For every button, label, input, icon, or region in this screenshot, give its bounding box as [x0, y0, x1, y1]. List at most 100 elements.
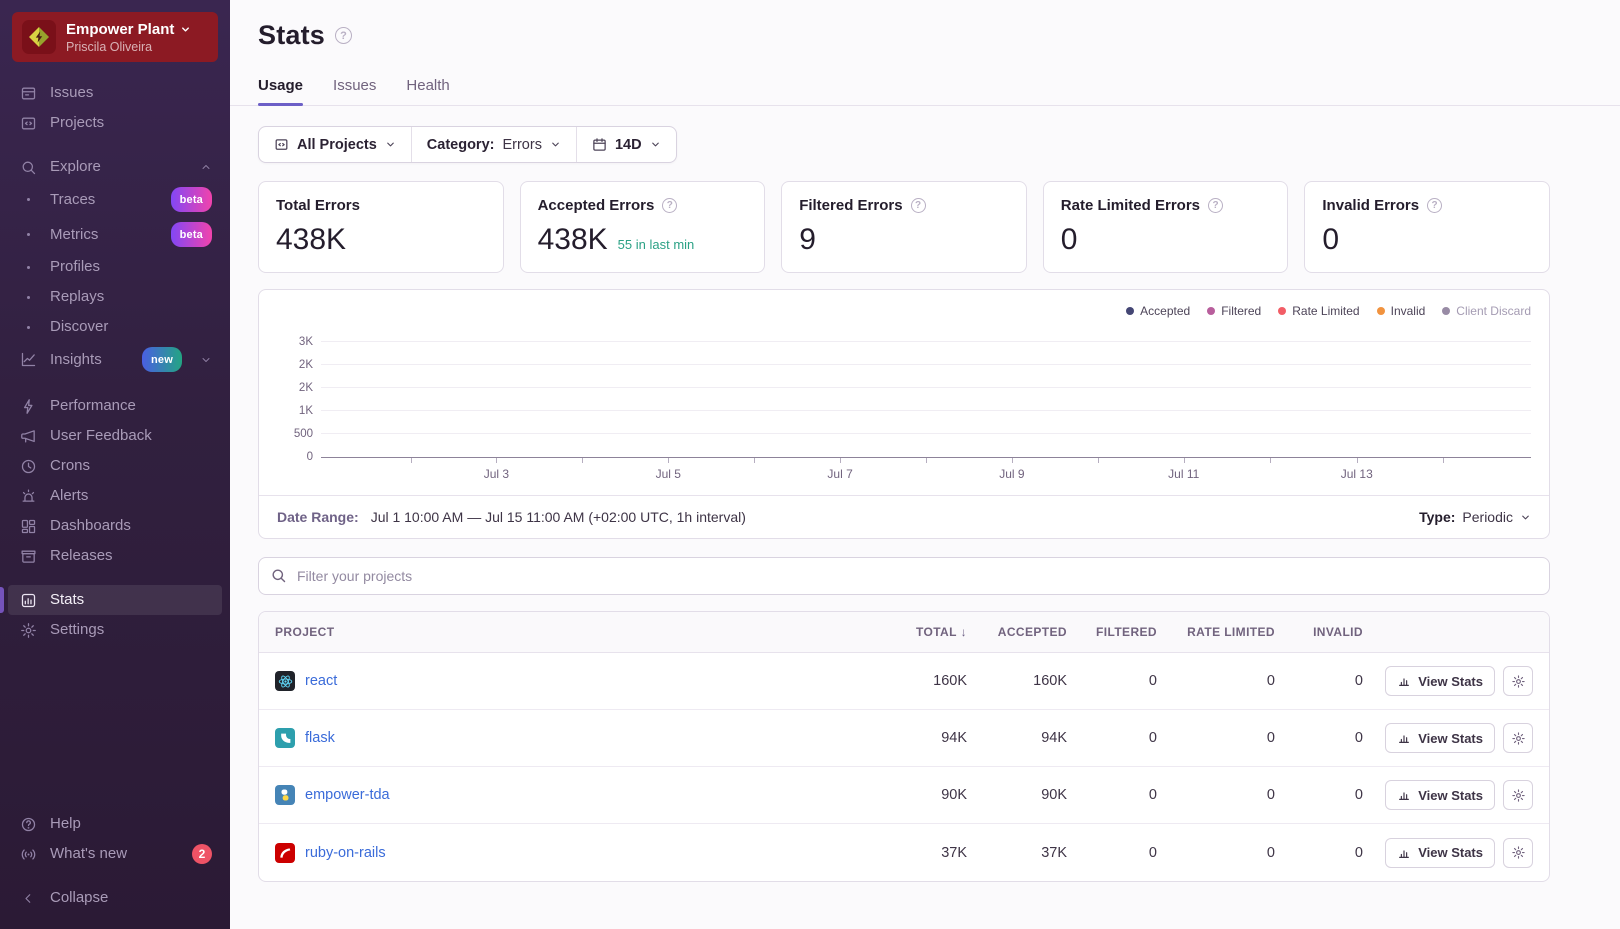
sidebar-item-replays[interactable]: Replays	[8, 282, 222, 312]
legend-item-client-discard[interactable]: Client Discard	[1442, 304, 1531, 318]
stat-card-value: 0	[1060, 223, 1078, 256]
total-value: 90K	[941, 787, 967, 803]
calendar-icon	[592, 137, 607, 152]
date-range-label: Date Range:	[277, 509, 359, 525]
table-row: react 160K 160K 0 0 0 View Stats	[259, 653, 1549, 710]
view-stats-label: View Stats	[1418, 787, 1483, 803]
stat-card-accepted-errors: Accepted Errors? 438K 55 in last min	[519, 181, 766, 273]
project-filter-dropdown[interactable]: All Projects	[259, 127, 411, 162]
sidebar-item-settings[interactable]: Settings	[8, 615, 222, 645]
column-header-accepted[interactable]: ACCEPTED	[967, 625, 1067, 639]
project-settings-button[interactable]	[1503, 666, 1533, 696]
sidebar-item-stats[interactable]: Stats	[0, 585, 222, 615]
sidebar-item-label: Discover	[50, 318, 109, 335]
project-settings-button[interactable]	[1503, 837, 1533, 868]
help-icon[interactable]: ?	[662, 198, 678, 213]
category-filter-dropdown[interactable]: Category: Errors	[410, 127, 576, 162]
help-icon[interactable]: ?	[910, 198, 926, 213]
sidebar-item-metrics[interactable]: Metrics beta	[8, 217, 222, 252]
sidebar-item-collapse[interactable]: Collapse	[8, 883, 222, 913]
sidebar-item-issues[interactable]: Issues	[8, 78, 222, 108]
search-input[interactable]	[258, 557, 1550, 595]
sidebar-item-profiles[interactable]: Profiles	[8, 252, 222, 282]
rate-limited-value: 0	[1266, 730, 1275, 746]
sidebar-item-what-s-new[interactable]: What's new 2	[8, 839, 222, 869]
stacked-bar-chart[interactable]: 0 500 1K 2K 2K 3K	[294, 328, 1531, 463]
chart-type-dropdown[interactable]: Type: Periodic	[1419, 509, 1531, 525]
legend-item-invalid[interactable]: Invalid	[1376, 304, 1425, 318]
column-header-invalid[interactable]: INVALID	[1275, 625, 1363, 639]
chart-legend: Accepted Filtered Rate Limited Invalid Clien…	[259, 290, 1549, 320]
tab-usage[interactable]: Usage	[258, 77, 304, 106]
project-link[interactable]: empower-tda	[305, 787, 390, 803]
usage-chart-card: Accepted Filtered Rate Limited Invalid Clien…	[258, 289, 1550, 539]
sidebar-item-discover[interactable]: Discover	[8, 312, 222, 342]
stat-card-title: Filtered Errors	[799, 197, 903, 214]
column-header-total[interactable]: TOTAL ↓	[862, 625, 967, 639]
help-icon[interactable]: ?	[1208, 198, 1224, 213]
sidebar-item-releases[interactable]: Releases	[8, 541, 222, 571]
search-icon	[270, 567, 287, 584]
sidebar-item-dashboards[interactable]: Dashboards	[8, 511, 222, 541]
bullet-icon	[18, 296, 38, 299]
project-link[interactable]: ruby-on-rails	[305, 845, 386, 861]
project-link[interactable]: flask	[305, 730, 335, 746]
view-stats-button[interactable]: View Stats	[1385, 837, 1495, 868]
sidebar-item-alerts[interactable]: Alerts	[8, 481, 222, 511]
table-body: react 160K 160K 0 0 0 View Stats flask 94K 94K 0 0 0…	[259, 653, 1549, 881]
invalid-value: 0	[1354, 844, 1363, 861]
y-axis-label: 500	[293, 427, 313, 440]
x-axis-tick	[410, 458, 412, 463]
legend-dot-icon	[1278, 307, 1287, 315]
column-header-rate-limited[interactable]: RATE LIMITED	[1157, 625, 1275, 639]
project-settings-button[interactable]	[1503, 723, 1533, 753]
sidebar-item-crons[interactable]: Crons	[8, 451, 222, 481]
bullet-icon	[18, 198, 38, 201]
project-search	[258, 557, 1550, 595]
sidebar-item-help[interactable]: Help	[8, 809, 222, 839]
category-filter-value: Errors	[502, 136, 542, 153]
type-value: Periodic	[1462, 509, 1513, 525]
sidebar-item-performance[interactable]: Performance	[8, 391, 222, 421]
alerts-icon	[18, 486, 38, 506]
x-axis-label: Jul 5	[655, 467, 681, 481]
sidebar-item-user-feedback[interactable]: User Feedback	[8, 421, 222, 451]
column-header-filtered[interactable]: FILTERED	[1067, 625, 1157, 639]
bullet-icon	[18, 326, 38, 329]
sidebar-item-insights[interactable]: Insights new	[8, 342, 222, 377]
project-settings-button[interactable]	[1503, 780, 1533, 810]
tab-issues[interactable]: Issues	[333, 77, 376, 105]
y-axis-label: 3K	[298, 335, 313, 348]
sidebar-item-explore[interactable]: Explore	[8, 152, 222, 182]
tab-health[interactable]: Health	[406, 77, 449, 105]
legend-dot-icon	[1442, 307, 1451, 315]
category-filter-label: Category:	[426, 136, 495, 153]
org-switcher[interactable]: Empower Plant Priscila Oliveira	[12, 12, 218, 62]
accepted-value: 37K	[1041, 844, 1067, 861]
rails-platform-icon	[275, 842, 295, 863]
page-help-icon[interactable]: ?	[335, 27, 353, 44]
bullet-icon	[18, 233, 38, 236]
help-icon[interactable]: ?	[1427, 198, 1443, 213]
date-range-dropdown[interactable]: 14D	[575, 127, 676, 162]
view-stats-button[interactable]: View Stats	[1385, 666, 1495, 696]
sidebar-item-projects[interactable]: Projects	[8, 108, 222, 138]
total-value: 94K	[941, 730, 967, 746]
project-link[interactable]: react	[305, 673, 337, 689]
sidebar-item-label: Settings	[50, 621, 105, 638]
column-header-project[interactable]: PROJECT	[275, 625, 862, 639]
view-stats-button[interactable]: View Stats	[1385, 723, 1495, 753]
legend-dot-icon	[1376, 307, 1385, 315]
view-stats-button[interactable]: View Stats	[1385, 780, 1495, 810]
accepted-value: 160K	[1033, 673, 1067, 689]
legend-item-filtered[interactable]: Filtered	[1207, 304, 1261, 318]
legend-item-accepted[interactable]: Accepted	[1126, 304, 1190, 318]
sidebar-item-traces[interactable]: Traces beta	[8, 182, 222, 217]
table-row: ruby-on-rails 37K 37K 0 0 0 View Stats	[259, 824, 1549, 881]
x-axis-label: Jul 11	[1168, 467, 1200, 481]
sidebar-item-label: Projects	[50, 114, 105, 131]
bar-chart-icon	[1397, 731, 1411, 745]
x-axis-tick	[1097, 458, 1099, 463]
view-stats-label: View Stats	[1418, 845, 1483, 860]
legend-item-rate-limited[interactable]: Rate Limited	[1278, 304, 1360, 318]
